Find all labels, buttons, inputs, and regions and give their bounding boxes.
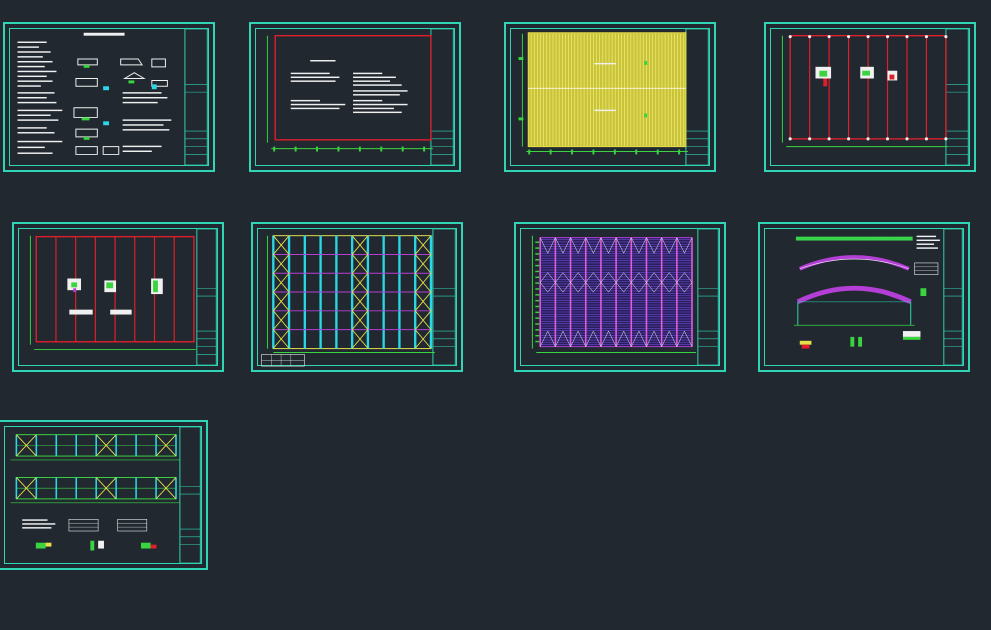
- sheet-5-content: [29, 228, 217, 366]
- drawing-sheet-5[interactable]: [12, 222, 224, 372]
- drawing-sheet-6[interactable]: [251, 222, 463, 372]
- drawing-sheet-3[interactable]: [504, 22, 716, 172]
- sheet-3-content: [518, 28, 709, 166]
- drawing-sheet-2[interactable]: [249, 22, 461, 172]
- sheet-7-content: [531, 228, 719, 366]
- drawing-sheet-8[interactable]: [758, 222, 970, 372]
- sheet-8-content: [793, 228, 963, 366]
- sheet-6-content: [261, 228, 456, 367]
- sheet-2-content: [266, 28, 454, 166]
- sheet-9-content: [10, 426, 201, 564]
- sheet-1-content: [17, 28, 208, 166]
- drawing-sheet-9[interactable]: [0, 420, 208, 570]
- drawing-sheet-4[interactable]: [764, 22, 976, 172]
- drawing-sheet-7[interactable]: [514, 222, 726, 372]
- drawing-sheet-1[interactable]: [3, 22, 215, 172]
- sheet-4-content: [781, 28, 969, 166]
